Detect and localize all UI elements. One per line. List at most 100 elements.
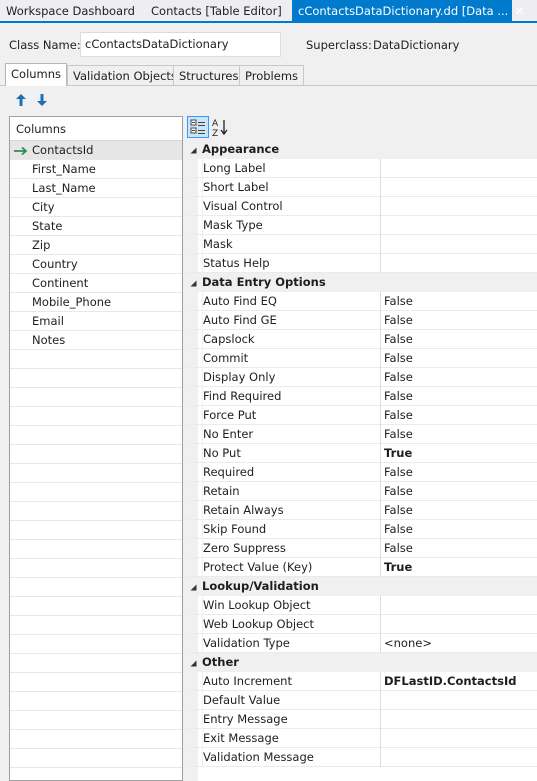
property-capslock[interactable]: Capslock False: [186, 330, 537, 349]
property-value[interactable]: False: [380, 539, 537, 558]
category-other[interactable]: Other: [186, 653, 537, 672]
column-item-last-name[interactable]: Last_Name: [10, 179, 182, 198]
tab-problems[interactable]: Problems: [239, 65, 305, 85]
property-value[interactable]: [380, 178, 537, 197]
property-value[interactable]: False: [380, 501, 537, 520]
tab-contacts-table-editor[interactable]: Contacts [Table Editor]: [145, 0, 288, 22]
property-auto-increment[interactable]: Auto Increment DFLastID.ContactsId: [186, 672, 537, 691]
property-validation-message[interactable]: Validation Message: [186, 748, 537, 767]
property-visual-control[interactable]: Visual Control: [186, 197, 537, 216]
property-validation-type[interactable]: Validation Type <none>: [186, 634, 537, 653]
column-item-state[interactable]: State: [10, 217, 182, 236]
column-item-contactsid[interactable]: ContactsId: [10, 141, 182, 160]
property-long-label[interactable]: Long Label: [186, 159, 537, 178]
property-web-lookup-object[interactable]: Web Lookup Object: [186, 615, 537, 634]
alphabetical-view-button[interactable]: A Z: [210, 116, 232, 139]
property-name: Capslock: [202, 330, 380, 349]
collapse-triangle-icon[interactable]: [190, 147, 197, 154]
property-no-put[interactable]: No Put True: [186, 444, 537, 463]
tab-label: Columns: [11, 67, 62, 81]
category-label: Other: [202, 655, 239, 669]
property-auto-find-ge[interactable]: Auto Find GE False: [186, 311, 537, 330]
property-mask-type[interactable]: Mask Type: [186, 216, 537, 235]
property-value[interactable]: [380, 216, 537, 235]
collapse-triangle-icon[interactable]: [190, 584, 197, 591]
tab-structures[interactable]: Structures: [173, 65, 245, 85]
column-item-notes[interactable]: Notes: [10, 331, 182, 350]
property-value[interactable]: DFLastID.ContactsId: [380, 672, 537, 691]
property-exit-message[interactable]: Exit Message: [186, 729, 537, 748]
property-no-enter[interactable]: No Enter False: [186, 425, 537, 444]
property-value[interactable]: [380, 159, 537, 178]
column-item-email[interactable]: Email: [10, 312, 182, 331]
property-name: Entry Message: [202, 710, 380, 729]
property-value[interactable]: [380, 615, 537, 634]
property-find-required[interactable]: Find Required False: [186, 387, 537, 406]
property-value[interactable]: [380, 748, 537, 767]
empty-row: [10, 445, 182, 464]
property-mask[interactable]: Mask: [186, 235, 537, 254]
property-retain-always[interactable]: Retain Always False: [186, 501, 537, 520]
property-win-lookup-object[interactable]: Win Lookup Object: [186, 596, 537, 615]
column-item-country[interactable]: Country: [10, 255, 182, 274]
property-value[interactable]: False: [380, 311, 537, 330]
property-value[interactable]: [380, 596, 537, 615]
property-required[interactable]: Required False: [186, 463, 537, 482]
document-tab-strip: Workspace Dashboard Contacts [Table Edit…: [0, 0, 537, 23]
property-value[interactable]: [380, 729, 537, 748]
collapse-triangle-icon[interactable]: [190, 660, 197, 667]
property-value[interactable]: [380, 254, 537, 273]
collapse-triangle-icon[interactable]: [190, 280, 197, 287]
property-value[interactable]: False: [380, 520, 537, 539]
tab-contacts-data-dictionary[interactable]: cContactsDataDictionary.dd [Data ... ✕: [292, 0, 524, 22]
column-item-city[interactable]: City: [10, 198, 182, 217]
property-value[interactable]: False: [380, 387, 537, 406]
property-retain[interactable]: Retain False: [186, 482, 537, 501]
property-name: Retain: [202, 482, 380, 501]
property-value[interactable]: True: [380, 558, 537, 577]
property-auto-find-eq[interactable]: Auto Find EQ False: [186, 292, 537, 311]
property-value[interactable]: [380, 710, 537, 729]
categorized-view-button[interactable]: [187, 116, 209, 138]
property-display-only[interactable]: Display Only False: [186, 368, 537, 387]
property-value[interactable]: [380, 197, 537, 216]
tab-validation-objects[interactable]: Validation Objects: [67, 65, 183, 85]
class-name-field[interactable]: cContactsDataDictionary: [80, 32, 281, 57]
property-protect-value-key[interactable]: Protect Value (Key) True: [186, 558, 537, 577]
column-item-mobile-phone[interactable]: Mobile_Phone: [10, 293, 182, 312]
property-value[interactable]: False: [380, 406, 537, 425]
tab-workspace-dashboard[interactable]: Workspace Dashboard: [0, 0, 141, 22]
property-skip-found[interactable]: Skip Found False: [186, 520, 537, 539]
property-value[interactable]: False: [380, 330, 537, 349]
empty-row: [10, 730, 182, 749]
property-value[interactable]: <none>: [380, 634, 537, 653]
property-value[interactable]: False: [380, 463, 537, 482]
property-value[interactable]: False: [380, 349, 537, 368]
category-data-entry-options[interactable]: Data Entry Options: [186, 273, 537, 292]
property-zero-suppress[interactable]: Zero Suppress False: [186, 539, 537, 558]
move-up-button[interactable]: [12, 91, 30, 109]
close-icon[interactable]: ✕: [514, 4, 524, 18]
property-value[interactable]: [380, 235, 537, 254]
column-item-zip[interactable]: Zip: [10, 236, 182, 255]
property-grid-toolbar: A Z: [186, 114, 537, 140]
category-lookup-validation[interactable]: Lookup/Validation: [186, 577, 537, 596]
property-value[interactable]: [380, 691, 537, 710]
property-short-label[interactable]: Short Label: [186, 178, 537, 197]
property-value[interactable]: True: [380, 444, 537, 463]
move-down-button[interactable]: [33, 91, 51, 109]
property-commit[interactable]: Commit False: [186, 349, 537, 368]
tab-columns[interactable]: Columns: [5, 63, 68, 86]
category-appearance[interactable]: Appearance: [186, 140, 537, 159]
property-force-put[interactable]: Force Put False: [186, 406, 537, 425]
empty-row: [10, 350, 182, 369]
property-entry-message[interactable]: Entry Message: [186, 710, 537, 729]
property-value[interactable]: False: [380, 292, 537, 311]
property-status-help[interactable]: Status Help: [186, 254, 537, 273]
column-item-first-name[interactable]: First_Name: [10, 160, 182, 179]
property-value[interactable]: False: [380, 425, 537, 444]
property-default-value[interactable]: Default Value: [186, 691, 537, 710]
property-value[interactable]: False: [380, 482, 537, 501]
column-item-continent[interactable]: Continent: [10, 274, 182, 293]
property-value[interactable]: False: [380, 368, 537, 387]
